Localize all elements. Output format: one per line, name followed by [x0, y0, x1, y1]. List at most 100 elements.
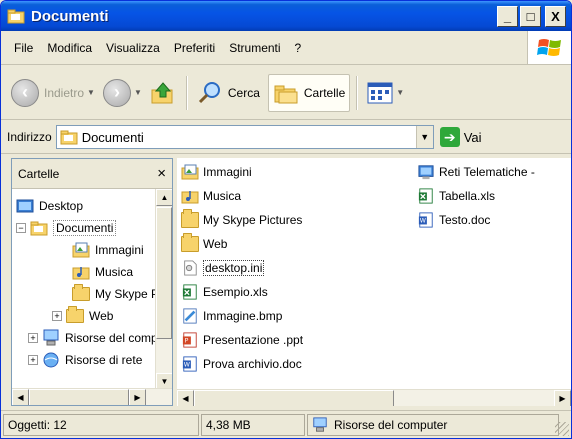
list-item[interactable]: W Testo.doc: [417, 210, 490, 230]
address-input[interactable]: Documenti ▼: [55, 125, 434, 149]
back-button[interactable]: ‹ Indietro ▼: [7, 74, 99, 112]
tree-item-web[interactable]: + Web: [52, 305, 113, 327]
title-bar[interactable]: Documenti _ □ X: [1, 1, 571, 31]
scroll-right-button[interactable]: ▶: [129, 389, 146, 405]
views-icon: [367, 82, 393, 103]
standard-toolbar: ‹ Indietro ▼ › ▼ Cerca Cartelle ▼: [1, 66, 571, 120]
scroll-thumb[interactable]: [156, 207, 172, 339]
list-item[interactable]: Musica: [181, 186, 241, 206]
arrow-up-icon: ▲: [160, 193, 169, 202]
menu-visualizza[interactable]: Visualizza: [99, 41, 167, 55]
list-item[interactable]: Immagini: [181, 162, 252, 182]
status-bar: Oggetti: 12 4,38 MB Risorse del computer: [1, 410, 571, 438]
file-name: Reti Telematiche -: [439, 165, 535, 179]
arrow-right-icon: ▶: [559, 394, 566, 403]
maximize-icon: □: [526, 9, 535, 24]
maximize-button[interactable]: □: [520, 6, 541, 27]
list-item[interactable]: Immagine.bmp: [181, 306, 282, 326]
close-pane-icon[interactable]: ×: [157, 165, 166, 182]
scroll-up-button[interactable]: ▲: [156, 189, 172, 206]
tree-item-desktop[interactable]: Desktop: [16, 195, 83, 217]
back-arrow-icon: ‹: [11, 78, 39, 107]
folder-icon: [7, 9, 25, 24]
forward-button[interactable]: › ▼: [99, 74, 146, 112]
collapse-icon[interactable]: −: [16, 223, 26, 233]
tree-item-risorse-rete[interactable]: + Risorse di rete: [28, 349, 142, 371]
go-label: Vai: [463, 129, 482, 145]
close-button[interactable]: X: [545, 6, 566, 27]
list-item[interactable]: Web: [181, 233, 228, 254]
list-item[interactable]: Esempio.xls: [181, 282, 268, 302]
list-item[interactable]: Reti Telematiche -: [417, 162, 535, 182]
list-item[interactable]: desktop.ini: [181, 258, 265, 278]
desktop-icon: [16, 199, 34, 213]
scroll-left-button[interactable]: ◀: [12, 389, 29, 405]
tree-label: Documenti: [53, 220, 117, 236]
menu-strumenti[interactable]: Strumenti: [222, 41, 287, 55]
files-horizontal-scrollbar[interactable]: ◀ ▶: [177, 389, 571, 406]
file-name: Web: [203, 237, 228, 251]
scroll-thumb[interactable]: [29, 389, 129, 405]
tree-item-documenti[interactable]: − Documenti: [16, 217, 117, 239]
folders-icon: [274, 85, 298, 103]
tree-label: Web: [89, 309, 114, 323]
status-location-text: Risorse del computer: [334, 417, 448, 432]
menu-file[interactable]: File: [7, 41, 40, 55]
folders-horizontal-scrollbar[interactable]: ◀ ▶: [12, 388, 172, 405]
word-file-icon: W: [418, 212, 433, 228]
tree-item-musica[interactable]: Musica: [72, 261, 133, 283]
tree-item-immagini[interactable]: Immagini: [72, 239, 144, 261]
network-icon: [43, 352, 59, 368]
windows-logo-icon: [527, 31, 571, 64]
search-icon: [198, 81, 220, 103]
views-button[interactable]: ▼: [363, 74, 408, 112]
menu-preferiti[interactable]: Preferiti: [167, 41, 222, 55]
list-item[interactable]: My Skype Pictures: [181, 209, 302, 230]
word-file-icon: W: [182, 356, 197, 372]
scroll-track[interactable]: [394, 390, 554, 406]
window-title: Documenti: [31, 7, 109, 25]
minimize-icon: _: [503, 9, 512, 24]
go-arrow-icon: ➔: [439, 127, 460, 147]
scroll-thumb[interactable]: [194, 390, 394, 406]
list-item[interactable]: W Prova archivio.doc: [181, 354, 302, 374]
explorer-window: Documenti _ □ X File Modifica Visualizza…: [0, 0, 572, 439]
powerpoint-file-icon: P: [182, 332, 197, 348]
search-button[interactable]: Cerca: [193, 74, 264, 112]
menu-modifica[interactable]: Modifica: [40, 41, 99, 55]
scroll-left-button[interactable]: ◀: [177, 390, 194, 406]
list-item[interactable]: P Presentazione .ppt: [181, 330, 303, 350]
address-value: Documenti: [81, 129, 144, 145]
list-item[interactable]: Tabella.xls: [417, 186, 495, 206]
scroll-right-button[interactable]: ▶: [554, 390, 571, 406]
close-icon: X: [551, 9, 560, 24]
go-button[interactable]: ➔ Vai: [439, 127, 482, 147]
up-folder-button[interactable]: [146, 74, 180, 112]
folder-icon: [66, 306, 84, 323]
arrow-left-icon: ◀: [182, 394, 189, 403]
arrow-down-icon: ▼: [160, 377, 169, 386]
resize-grip-icon[interactable]: [555, 422, 569, 436]
file-name: Tabella.xls: [439, 189, 496, 203]
music-folder-icon: [72, 267, 90, 280]
folder-icon: [181, 233, 199, 252]
my-computer-icon: [313, 416, 327, 432]
address-dropdown-button[interactable]: ▼: [415, 126, 433, 148]
expand-icon[interactable]: +: [28, 333, 38, 343]
folders-vertical-scrollbar[interactable]: ▲ ▼: [155, 189, 172, 390]
file-name: Presentazione .ppt: [203, 333, 304, 347]
menu-help[interactable]: ?: [288, 41, 309, 55]
bitmap-file-icon: [183, 308, 197, 324]
tree-label: Desktop: [39, 199, 84, 213]
expand-icon[interactable]: +: [28, 355, 38, 365]
forward-arrow-icon: ›: [102, 78, 131, 107]
folders-label: Cartelle: [303, 85, 346, 100]
excel-file-icon: [418, 188, 433, 204]
tree-item-risorse-computer[interactable]: + Risorse del computer: [28, 327, 172, 349]
folders-button[interactable]: Cartelle: [267, 73, 351, 112]
documents-folder-icon: [30, 221, 48, 236]
status-location: Risorse del computer: [307, 413, 559, 436]
expand-icon[interactable]: +: [52, 311, 62, 321]
folders-pane-header: Cartelle ×: [12, 159, 172, 189]
minimize-button[interactable]: _: [497, 6, 518, 27]
